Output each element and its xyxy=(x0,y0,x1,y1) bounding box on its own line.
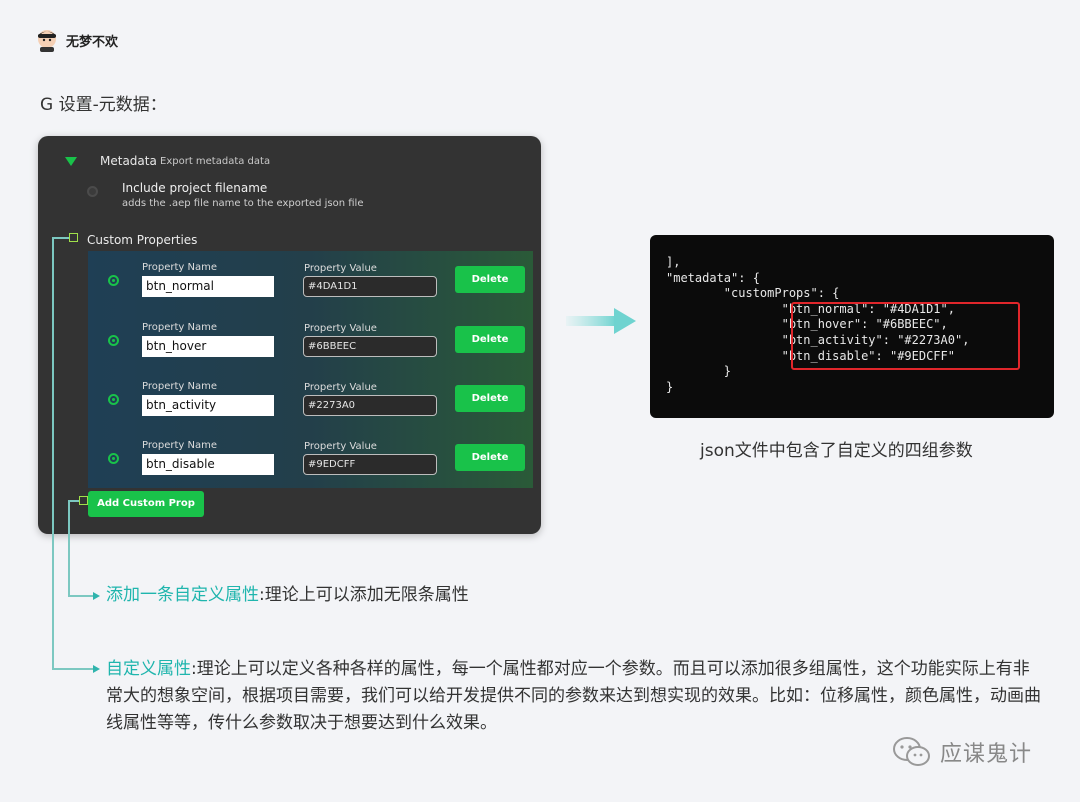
author-name: 无梦不欢 xyxy=(66,34,119,50)
property-name-label: Property Name xyxy=(142,262,217,273)
arrow-right-icon xyxy=(566,308,636,334)
property-row: Property Name btn_hover Property Value #… xyxy=(88,311,533,370)
custom-properties-list: Property Name btn_normal Property Value … xyxy=(88,251,533,488)
wechat-icon xyxy=(893,737,930,766)
include-project-radio[interactable] xyxy=(87,186,98,197)
connector-line xyxy=(52,237,54,669)
connector-line xyxy=(68,500,70,596)
property-radio[interactable] xyxy=(108,335,119,346)
property-name-input[interactable]: btn_hover xyxy=(142,336,274,357)
section-title: G 设置-元数据： xyxy=(40,95,167,115)
avatar-icon xyxy=(38,30,56,52)
include-project-desc: adds the .aep file name to the exported … xyxy=(122,198,364,209)
add-custom-prop-button[interactable]: Add Custom Prop xyxy=(88,491,204,517)
property-value-input[interactable]: #6BBEEC xyxy=(303,336,437,357)
watermark: 应谋鬼计 xyxy=(892,736,1032,768)
property-value-label: Property Value xyxy=(304,323,377,334)
code-line: "metadata": { xyxy=(666,270,760,285)
property-radio[interactable] xyxy=(108,394,119,405)
property-value-input[interactable]: #9EDCFF xyxy=(303,454,437,475)
property-row: Property Name btn_activity Property Valu… xyxy=(88,370,533,429)
connector-line xyxy=(52,237,70,239)
watermark-text: 应谋鬼计 xyxy=(940,742,1033,767)
property-value-label: Property Value xyxy=(304,263,377,274)
highlight-box xyxy=(791,302,1020,370)
delete-button[interactable]: Delete xyxy=(455,266,525,293)
property-row: Property Name btn_normal Property Value … xyxy=(88,251,533,310)
property-radio[interactable] xyxy=(108,275,119,286)
note-text: :理论上可以添加无限条属性 xyxy=(259,585,469,605)
property-value-label: Property Value xyxy=(304,441,377,452)
property-row: Property Name btn_disable Property Value… xyxy=(88,429,533,488)
code-line: "customProps": { xyxy=(666,286,840,301)
property-value-input[interactable]: #4DA1D1 xyxy=(303,276,437,297)
collapse-triangle-icon[interactable] xyxy=(65,157,77,166)
property-name-input[interactable]: btn_activity xyxy=(142,395,274,416)
delete-button[interactable]: Delete xyxy=(455,444,525,471)
note-text: :理论上可以定义各种各样的属性，每一个属性都对应一个参数。而且可以添加很多组属性… xyxy=(106,659,1041,733)
connector-line xyxy=(52,668,94,670)
code-line: ], xyxy=(666,255,681,269)
author-header: 无梦不欢 xyxy=(36,28,118,52)
property-name-label: Property Name xyxy=(142,322,217,333)
note-custom-props: 自定义属性:理论上可以定义各种各样的属性，每一个属性都对应一个参数。而且可以添加… xyxy=(106,656,1046,737)
custom-properties-label: Custom Properties xyxy=(87,233,198,247)
property-name-label: Property Name xyxy=(142,381,217,392)
connector-line xyxy=(68,500,79,502)
connector-line xyxy=(68,595,94,597)
metadata-title: Metadata xyxy=(100,154,157,168)
code-line: } xyxy=(666,379,674,394)
property-radio[interactable] xyxy=(108,453,119,464)
delete-button[interactable]: Delete xyxy=(455,385,525,412)
note-accent: 添加一条自定义属性 xyxy=(106,585,259,605)
metadata-desc: Export metadata data xyxy=(160,156,271,167)
code-caption: json文件中包含了自定义的四组参数 xyxy=(700,441,973,461)
property-value-label: Property Value xyxy=(304,382,377,393)
property-name-label: Property Name xyxy=(142,440,217,451)
arrow-right-icon xyxy=(93,592,100,600)
property-name-input[interactable]: btn_disable xyxy=(142,454,274,475)
note-accent: 自定义属性 xyxy=(106,659,191,679)
delete-button[interactable]: Delete xyxy=(455,326,525,353)
custom-properties-marker-icon xyxy=(69,233,78,242)
property-value-input[interactable]: #2273A0 xyxy=(303,395,437,416)
property-name-input[interactable]: btn_normal xyxy=(142,276,274,297)
add-prop-marker-icon xyxy=(79,496,88,505)
arrow-right-icon xyxy=(93,665,100,673)
include-project-label: Include project filename xyxy=(122,181,268,195)
note-add-prop: 添加一条自定义属性:理论上可以添加无限条属性 xyxy=(106,582,469,609)
